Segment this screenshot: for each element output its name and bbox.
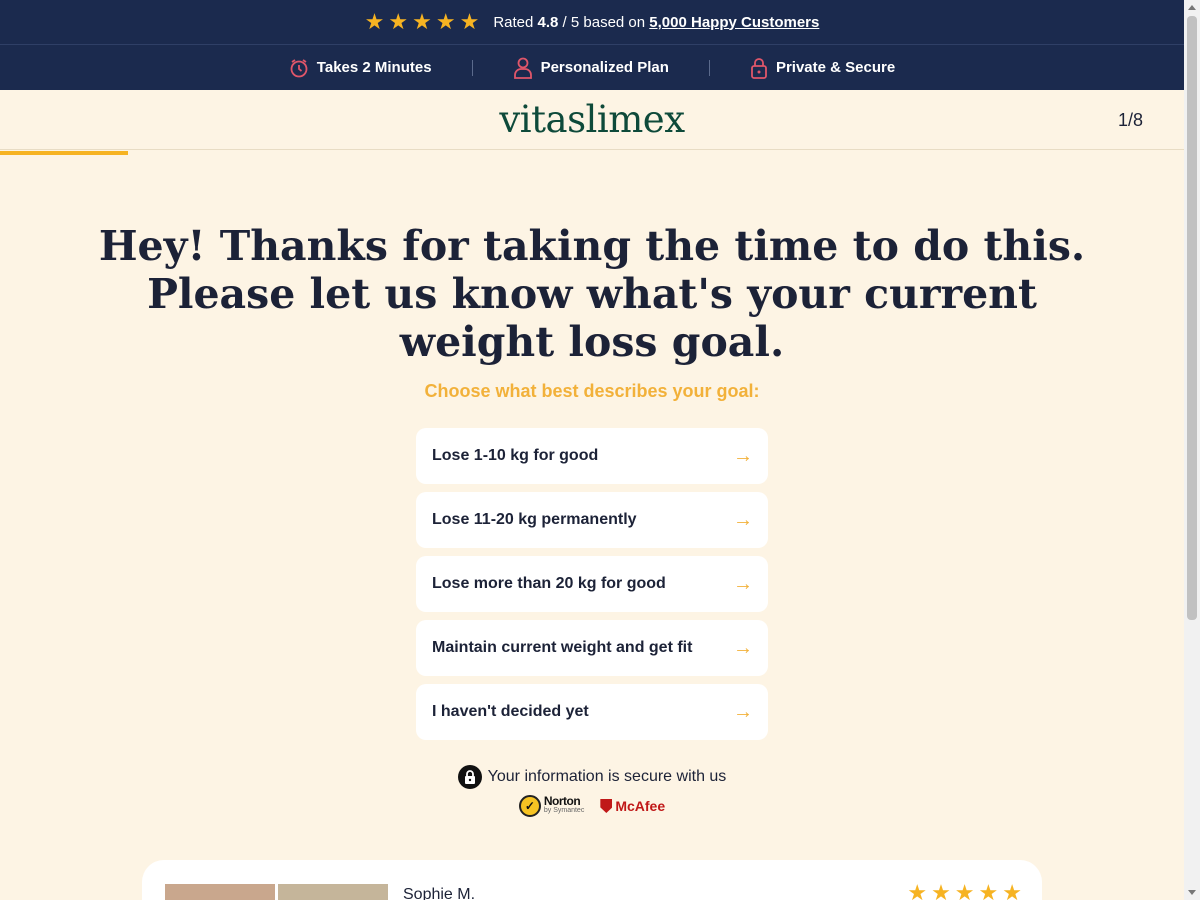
star-icon: ★: [412, 9, 432, 34]
option-label: Lose 1-10 kg for good: [432, 447, 599, 464]
review-photo-before: [165, 884, 275, 900]
mcafee-name: McAfee: [615, 798, 666, 814]
feature-label: Takes 2 Minutes: [316, 59, 432, 76]
arrow-right-icon: →: [733, 508, 753, 531]
feature-label: Private & Secure: [775, 59, 896, 76]
feature-private-secure: Private & Secure: [750, 57, 895, 79]
scrollbar[interactable]: [1184, 0, 1200, 900]
divider: [708, 59, 710, 76]
rating-suffix: / 5 based on: [558, 13, 650, 31]
star-icon: ★: [459, 9, 480, 34]
site-header: vitaslimex 1/8: [0, 90, 1184, 150]
rating-stars: ★ ★ ★ ★ ★: [365, 11, 480, 33]
rating-bar: ★ ★ ★ ★ ★ Rated 4.8 / 5 based on 5,000 H…: [0, 0, 1184, 45]
rating-prefix: Rated: [493, 13, 538, 31]
feature-personalized-plan: Personalized Plan: [513, 57, 669, 79]
secure-text: Your information is secure with us: [487, 768, 727, 785]
scroll-up-icon[interactable]: [1188, 5, 1196, 10]
review-stars: ★ ★ ★ ★ ★: [907, 882, 1022, 900]
option-lose-more-than-20-kg[interactable]: Lose more than 20 kg for good →: [416, 556, 768, 612]
option-label: Lose more than 20 kg for good: [432, 575, 666, 592]
checkmark-icon: ✓: [518, 795, 541, 817]
star-icon: ★: [931, 880, 951, 900]
question-headline: Hey! Thanks for taking the time to do th…: [98, 222, 1086, 366]
review-card: Sophie M. ★ ★ ★ ★ ★: [142, 860, 1042, 900]
star-icon: ★: [978, 880, 999, 900]
star-icon: ★: [364, 9, 385, 34]
star-icon: ★: [954, 880, 975, 900]
progress-fill: [0, 151, 128, 155]
lock-icon: [457, 765, 482, 789]
scroll-down-icon[interactable]: [1188, 890, 1196, 895]
divider: [471, 59, 473, 76]
step-counter: 1/8: [1117, 110, 1143, 130]
option-label: Maintain current weight and get fit: [432, 639, 693, 656]
rating-value: 4.8: [537, 13, 559, 31]
star-icon: ★: [388, 9, 409, 34]
rating-text: Rated 4.8 / 5 based on 5,000 Happy Custo…: [493, 14, 819, 31]
mcafee-badge: McAfee: [600, 798, 665, 814]
option-not-decided[interactable]: I haven't decided yet →: [416, 684, 768, 740]
features-bar: Takes 2 Minutes Personalized Plan Privat…: [0, 45, 1184, 90]
review-photo-after: [278, 884, 388, 900]
lock-icon: [750, 57, 768, 79]
feature-takes-2-minutes: Takes 2 Minutes: [289, 58, 432, 78]
secure-notice: Your information is secure with us: [0, 765, 1184, 789]
norton-name: Norton: [543, 794, 581, 808]
reviewer-name: Sophie M.: [403, 886, 476, 900]
happy-customers-link[interactable]: 5,000 Happy Customers: [649, 14, 819, 31]
shield-icon: [600, 799, 613, 813]
person-icon: [513, 57, 533, 79]
arrow-right-icon: →: [733, 444, 753, 467]
progress-bar: [0, 151, 1184, 155]
option-label: Lose 11-20 kg permanently: [432, 511, 637, 528]
option-maintain-weight[interactable]: Maintain current weight and get fit →: [416, 620, 768, 676]
trust-badges: ✓ Norton by Symantec McAfee: [0, 795, 1184, 817]
arrow-right-icon: →: [733, 700, 753, 723]
star-icon: ★: [907, 880, 928, 900]
alarm-clock-icon: [289, 58, 309, 78]
norton-badge: ✓ Norton by Symantec: [518, 794, 585, 817]
question-prompt: Choose what best describes your goal:: [424, 381, 760, 401]
norton-text: Norton by Symantec: [543, 794, 585, 815]
arrow-right-icon: →: [733, 572, 753, 595]
option-lose-11-20-kg[interactable]: Lose 11-20 kg permanently →: [416, 492, 768, 548]
star-icon: ★: [1002, 880, 1022, 900]
arrow-right-icon: →: [733, 636, 753, 659]
logo[interactable]: vitaslimex: [0, 98, 1184, 141]
option-lose-1-10-kg[interactable]: Lose 1-10 kg for good →: [416, 428, 768, 484]
option-label: I haven't decided yet: [432, 703, 589, 720]
feature-label: Personalized Plan: [540, 59, 669, 76]
goal-options: Lose 1-10 kg for good → Lose 11-20 kg pe…: [416, 428, 768, 748]
star-icon: ★: [435, 9, 456, 34]
scroll-thumb[interactable]: [1187, 16, 1197, 620]
norton-sub: by Symantec: [543, 807, 585, 814]
